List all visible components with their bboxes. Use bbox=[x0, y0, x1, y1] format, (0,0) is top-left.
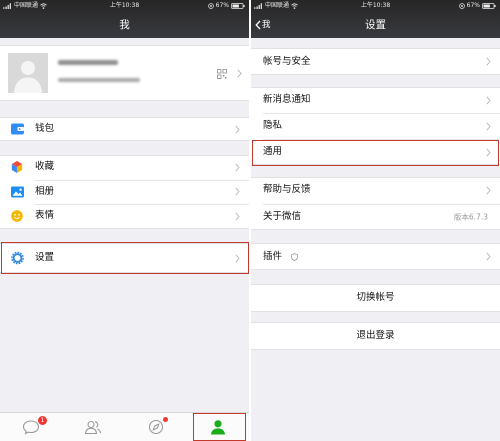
compass-icon bbox=[148, 419, 163, 435]
menu-item-label: 钱包 bbox=[35, 123, 55, 134]
chevron-right-icon bbox=[235, 125, 240, 133]
menu-item-label: 表情 bbox=[35, 210, 55, 222]
menu-item-label: 新消息通知 bbox=[263, 94, 311, 105]
nav-bar: 中国联通 上午10:38 67% bbox=[0, 0, 249, 38]
contacts-icon bbox=[85, 420, 102, 435]
chevron-right-icon bbox=[235, 187, 240, 196]
tab-contacts[interactable] bbox=[62, 413, 124, 441]
album-icon bbox=[11, 186, 24, 198]
account-group: 帐号与安全 bbox=[251, 48, 500, 75]
qr-code-icon[interactable] bbox=[217, 69, 227, 79]
chevron-right-icon bbox=[235, 212, 240, 221]
menu-item-general[interactable]: 通用 bbox=[251, 139, 500, 165]
menu-item-label: 通用 bbox=[263, 146, 283, 157]
menu-item-stickers[interactable]: 表情 bbox=[0, 204, 249, 229]
menu-item-label: 收藏 bbox=[35, 161, 55, 173]
nav-bar: 中国联通 上午10:38 67% bbox=[251, 0, 500, 38]
menu-item-favorites[interactable]: 收藏 bbox=[0, 155, 249, 180]
switch-account-button[interactable]: 切换帐号 bbox=[251, 284, 500, 312]
menu-item-label: 关于微信 bbox=[263, 210, 302, 222]
me-person-icon bbox=[210, 420, 225, 435]
preferences-group: 新消息通知 隐私 通用 bbox=[251, 87, 500, 165]
collections-group: 收藏 相册 表情 bbox=[0, 155, 249, 229]
menu-item-label: 帐号与安全 bbox=[263, 55, 311, 67]
wallet-group: 钱包 bbox=[0, 117, 249, 141]
version-label: 版本6.7.3 bbox=[453, 212, 488, 222]
chevron-right-icon bbox=[235, 163, 240, 172]
new-moments-dot bbox=[162, 417, 168, 422]
profile-card[interactable] bbox=[0, 45, 249, 101]
sticker-smiley-icon bbox=[11, 210, 23, 223]
battery-group: 67% bbox=[458, 1, 496, 10]
logout-label: 退出登录 bbox=[356, 330, 395, 341]
switch-account-label: 切换帐号 bbox=[356, 292, 395, 303]
tab-bar: 1 bbox=[0, 412, 249, 441]
menu-item-help-feedback[interactable]: 帮助与反馈 bbox=[251, 177, 500, 204]
tab-discover[interactable] bbox=[125, 413, 187, 441]
menu-item-label: 相册 bbox=[35, 185, 55, 197]
me-screen: 中国联通 上午10:38 67% 我 钱包 收藏 相册 表情 设置 1 bbox=[0, 0, 249, 441]
favorites-cube-icon bbox=[11, 161, 23, 174]
battery-group: 67% bbox=[207, 1, 245, 10]
page-title: 我 bbox=[119, 19, 130, 31]
menu-item-label: 插件 bbox=[263, 250, 283, 262]
blurred-wechat-id bbox=[58, 78, 140, 82]
chevron-right-icon bbox=[486, 252, 491, 261]
shield-icon bbox=[291, 252, 298, 261]
avatar bbox=[8, 53, 48, 93]
tab-me[interactable] bbox=[187, 413, 249, 441]
menu-item-label: 帮助与反馈 bbox=[263, 184, 311, 196]
settings-group: 设置 bbox=[0, 243, 249, 273]
chevron-right-icon bbox=[486, 122, 491, 130]
battery-percent: 67% bbox=[466, 2, 480, 9]
status-bar: 中国联通 上午10:38 67% bbox=[251, 1, 500, 10]
menu-item-label: 隐私 bbox=[263, 120, 283, 131]
gear-icon bbox=[11, 251, 24, 265]
rotation-lock-icon bbox=[207, 2, 214, 9]
page-title: 设置 bbox=[365, 19, 386, 31]
battery-percent: 67% bbox=[215, 2, 229, 9]
menu-item-label: 设置 bbox=[35, 252, 55, 263]
menu-item-account-security[interactable]: 帐号与安全 bbox=[251, 48, 500, 75]
battery-icon bbox=[231, 2, 245, 9]
chevron-right-icon bbox=[235, 254, 240, 262]
rotation-lock-icon bbox=[458, 2, 465, 9]
chevron-right-icon bbox=[486, 96, 491, 104]
menu-item-plugins[interactable]: 插件 bbox=[251, 243, 500, 270]
chevron-right-icon bbox=[486, 57, 491, 66]
wallet-icon bbox=[11, 123, 24, 135]
avatar-placeholder-icon bbox=[14, 61, 42, 93]
blurred-nickname bbox=[58, 60, 118, 65]
unread-badge: 1 bbox=[38, 416, 47, 425]
menu-item-about[interactable]: 关于微信 版本6.7.3 bbox=[251, 203, 500, 231]
menu-item-wallet[interactable]: 钱包 bbox=[0, 117, 249, 141]
tab-chats[interactable]: 1 bbox=[0, 413, 62, 441]
menu-item-album[interactable]: 相册 bbox=[0, 179, 249, 205]
settings-screen: 中国联通 上午10:38 67% 我 设置 帐号与安全 新消息通知 隐私 通用 … bbox=[251, 0, 500, 441]
status-bar: 中国联通 上午10:38 67% bbox=[0, 1, 249, 10]
menu-item-settings[interactable]: 设置 bbox=[0, 243, 249, 273]
menu-item-privacy[interactable]: 隐私 bbox=[251, 113, 500, 139]
help-group: 帮助与反馈 关于微信 版本6.7.3 bbox=[251, 177, 500, 230]
battery-icon bbox=[482, 2, 496, 9]
chevron-right-icon bbox=[486, 186, 491, 195]
menu-item-new-message-notify[interactable]: 新消息通知 bbox=[251, 87, 500, 113]
chevron-right-icon bbox=[486, 148, 491, 156]
logout-button[interactable]: 退出登录 bbox=[251, 322, 500, 350]
plugins-group: 插件 bbox=[251, 243, 500, 270]
chevron-right-icon bbox=[237, 69, 242, 77]
